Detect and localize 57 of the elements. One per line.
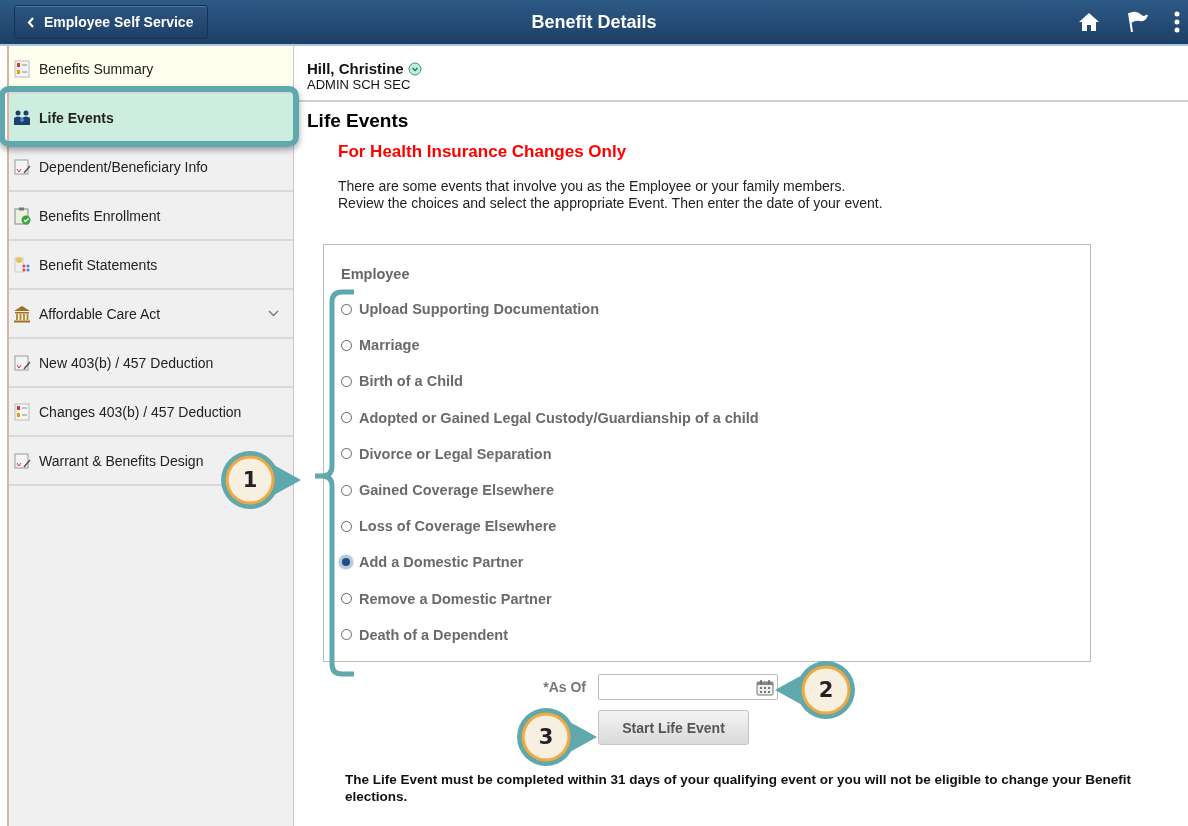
people-icon — [13, 108, 31, 127]
deadline-note: The Life Event must be completed within 31 days of your qualifying event or you will not be eligible to change your Benefit elections. — [345, 771, 1133, 805]
field-label: *As Of — [542, 679, 586, 695]
back-button[interactable]: Employee Self Service — [14, 5, 208, 39]
radio-option[interactable]: Divorce or Legal Separation — [341, 435, 552, 472]
building-icon — [13, 304, 31, 323]
radio-button[interactable] — [339, 555, 353, 570]
notice-heading: For Health Insurance Changes Only — [338, 142, 628, 162]
radio-option[interactable]: Remove a Domestic Partner — [341, 580, 552, 617]
more-icon[interactable] — [1174, 11, 1180, 33]
radio-button[interactable] — [341, 303, 352, 315]
calendar-icon[interactable] — [756, 678, 774, 696]
chevron-down-icon — [268, 310, 279, 317]
form-icon — [13, 157, 31, 176]
sidebar-item[interactable]: New 403(b) / 457 Deduction — [9, 339, 293, 388]
radio-button[interactable] — [341, 375, 352, 387]
radio-button[interactable] — [341, 629, 352, 641]
group-label: Employee — [341, 266, 410, 282]
radio-option[interactable]: Adopted or Gained Legal Custody/Guardianship of a child — [341, 399, 759, 436]
radio-button[interactable] — [341, 448, 352, 460]
date-field[interactable] — [598, 674, 778, 700]
sidebar-item[interactable]: Changes 403(b) / 457 Deduction — [9, 388, 293, 437]
job-title: ADMIN SCH SEC — [307, 77, 412, 92]
section-title: Life Events — [307, 110, 410, 132]
radio-option[interactable]: Loss of Coverage Elsewhere — [341, 508, 557, 545]
start-life-event-button[interactable]: Start Life Event — [598, 710, 749, 745]
sidebar-item[interactable]: Benefit Statements — [9, 241, 293, 290]
form-icon — [13, 353, 31, 372]
radio-button[interactable] — [341, 593, 352, 605]
step-callout: 2 — [774, 660, 856, 720]
page-title: Benefit Details — [531, 11, 657, 33]
employee-name: Hill, Christine — [307, 60, 404, 77]
sidebar-item[interactable]: Benefits Enrollment — [9, 192, 293, 241]
radio-option[interactable]: Add a Domestic Partner — [341, 544, 524, 581]
step-callout: 3 — [516, 707, 598, 767]
clipboard-icon — [13, 206, 31, 225]
flag-icon[interactable] — [1126, 11, 1148, 33]
chart-icon — [13, 255, 31, 274]
radio-option[interactable]: Birth of a Child — [341, 363, 463, 400]
radio-option[interactable]: Upload Supporting Documentation — [341, 291, 600, 328]
radio-option[interactable]: Death of a Dependent — [341, 616, 509, 653]
step-callout: 1 — [220, 450, 302, 510]
list-icon — [13, 402, 31, 421]
radio-option[interactable]: Marriage — [341, 327, 420, 364]
home-icon[interactable] — [1078, 12, 1100, 32]
instructions-text: There are some events that involve you as the Employee or your family members. Review the choices and select the appropriate Event. Then enter the date of your event. — [338, 178, 884, 212]
chevron-left-icon — [27, 16, 34, 28]
list-icon — [13, 60, 31, 78]
radio-button[interactable] — [341, 339, 352, 351]
radio-button[interactable] — [341, 484, 352, 496]
radio-button[interactable] — [341, 520, 352, 532]
chevron-circle-icon[interactable] — [407, 61, 422, 76]
sidebar-item[interactable]: Dependent/Beneficiary Info — [9, 143, 293, 192]
radio-button[interactable] — [341, 412, 352, 424]
sidebar-item[interactable]: Affordable Care Act — [9, 290, 293, 339]
form-icon — [13, 451, 31, 470]
radio-option[interactable]: Gained Coverage Elsewhere — [341, 471, 555, 509]
